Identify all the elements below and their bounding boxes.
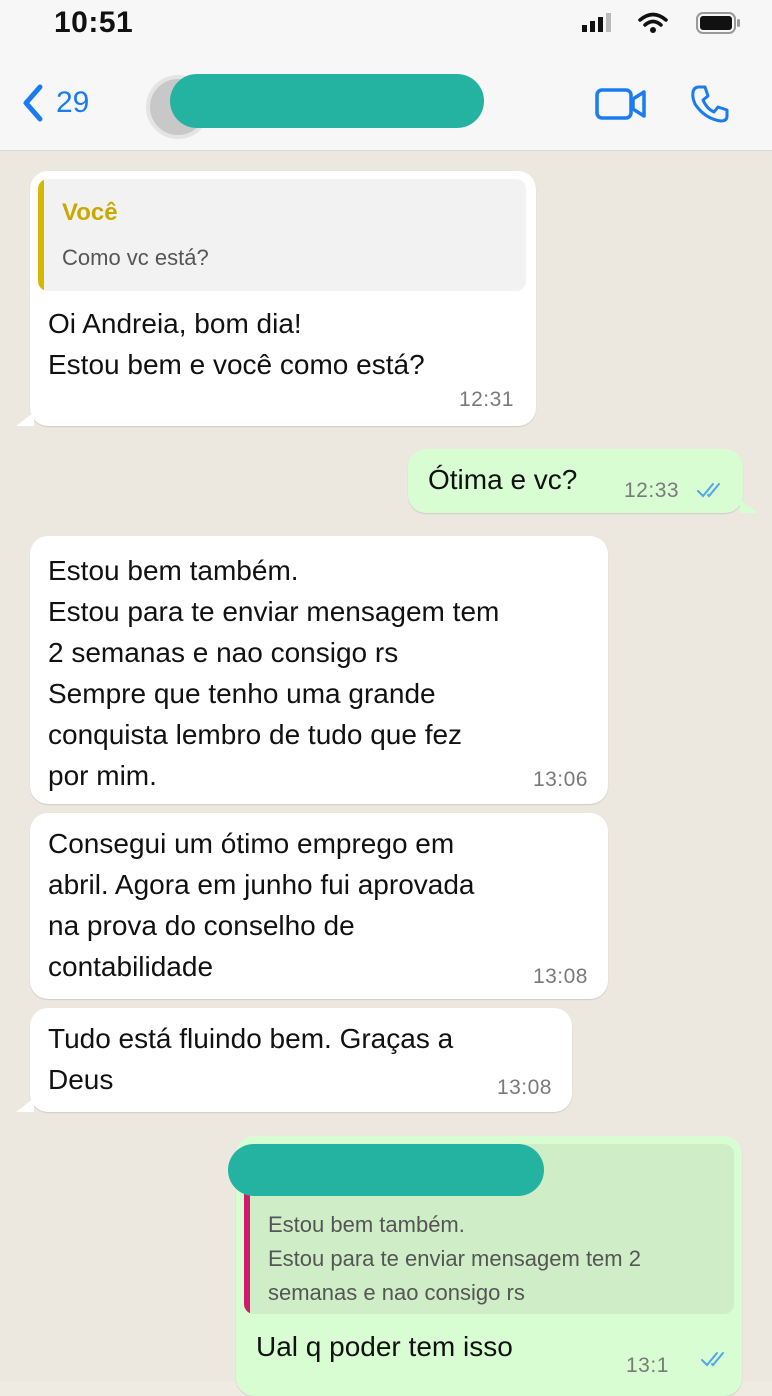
message-time: 13:06: [532, 768, 588, 791]
message-time: 13:08: [532, 965, 588, 988]
incoming-message[interactable]: Tudo está fluindo bem. Graças a Deus 13:…: [30, 1008, 572, 1112]
chevron-left-icon: [23, 84, 43, 122]
message-text: Tudo está fluindo bem. Graças a Deus: [48, 1023, 454, 1095]
message-time: 12:33: [624, 479, 680, 502]
quote-text: Estou bem também. Estou para te enviar m…: [268, 1212, 641, 1305]
quote-bar: [38, 179, 44, 291]
status-bar: 10:51: [0, 0, 772, 50]
double-check-icon: [697, 483, 720, 498]
chat-header: 29: [0, 50, 772, 151]
double-check-icon: [701, 1352, 724, 1367]
status-time: 10:51: [54, 6, 134, 39]
message-time: 13:08: [496, 1076, 552, 1099]
phone-icon[interactable]: [690, 84, 730, 124]
message-time: 13:1: [626, 1354, 669, 1377]
message-text: Estou bem também. Estou para te enviar m…: [48, 555, 500, 791]
battery-icon: [696, 12, 740, 34]
message-time: 12:31: [458, 388, 514, 411]
quoted-reply[interactable]: Você Como vc está?: [38, 179, 526, 291]
wifi-icon: [638, 12, 668, 33]
incoming-message[interactable]: Você Como vc está? Oi Andreia, bom dia! …: [30, 171, 536, 426]
back-button[interactable]: 29: [20, 83, 89, 123]
outgoing-message[interactable]: Ótima e vc? 12:33: [408, 449, 743, 513]
status-icons: [582, 12, 742, 36]
video-call-icon[interactable]: [595, 87, 647, 121]
quote-author: Você: [62, 199, 118, 226]
bubble-tail: [16, 1098, 34, 1112]
incoming-message[interactable]: Estou bem também. Estou para te enviar m…: [30, 536, 608, 804]
quote-author-redacted: [228, 1144, 544, 1196]
message-text: Oi Andreia, bom dia! Estou bem e você co…: [48, 308, 425, 380]
unread-count: 29: [56, 86, 90, 119]
contact-name-redacted[interactable]: [170, 74, 484, 128]
chat-area[interactable]: Você Como vc está? Oi Andreia, bom dia! …: [0, 151, 772, 1396]
incoming-message[interactable]: Consegui um ótimo emprego em abril. Agor…: [30, 813, 608, 999]
cellular-signal-icon: [582, 13, 611, 32]
message-text: Ótima e vc?: [428, 464, 578, 495]
message-text: Consegui um ótimo emprego em abril. Agor…: [48, 828, 475, 982]
bubble-tail: [16, 412, 34, 426]
bubble-tail: [740, 499, 758, 513]
message-text: Ual q poder tem isso: [256, 1331, 513, 1362]
quote-text: Como vc está?: [62, 245, 209, 270]
